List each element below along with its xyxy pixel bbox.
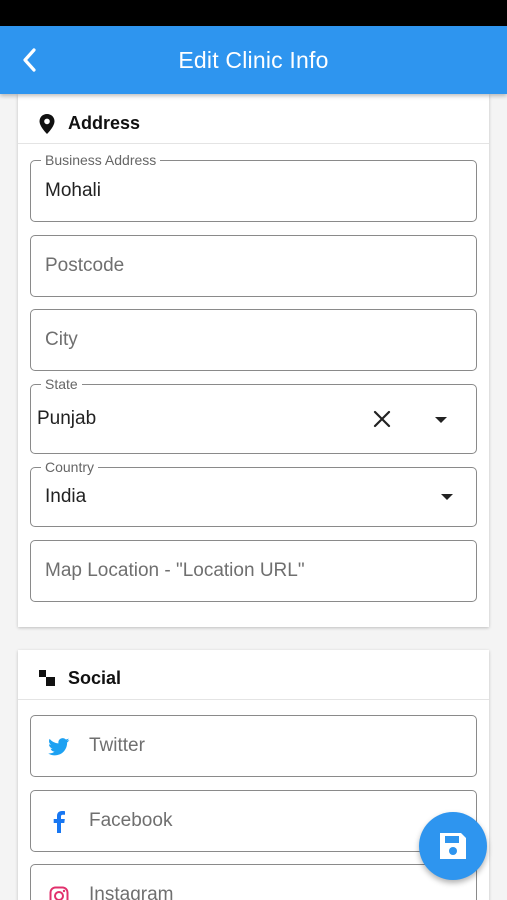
business-address-label: Business Address bbox=[41, 153, 161, 167]
twitter-placeholder: Twitter bbox=[89, 735, 145, 756]
dropdown-arrow-icon bbox=[441, 494, 453, 500]
back-button[interactable] bbox=[12, 42, 48, 78]
country-label: Country bbox=[41, 460, 99, 474]
city-placeholder: City bbox=[45, 329, 78, 350]
facebook-icon bbox=[47, 810, 71, 834]
country-dropdown[interactable]: Country India bbox=[30, 460, 477, 527]
chevron-left-icon bbox=[23, 48, 36, 72]
city-field[interactable]: City bbox=[30, 309, 477, 371]
social-card: Social Twitter Facebook Instagram bbox=[18, 650, 489, 900]
instagram-field[interactable]: Instagram bbox=[30, 864, 477, 900]
business-address-value: Mohali bbox=[45, 180, 101, 201]
save-button[interactable] bbox=[419, 812, 487, 880]
twitter-field[interactable]: Twitter bbox=[30, 715, 477, 777]
page-title: Edit Clinic Info bbox=[178, 47, 329, 73]
business-address-field[interactable]: Business Address Mohali bbox=[30, 153, 477, 222]
social-grid-icon bbox=[38, 669, 56, 687]
country-value: India bbox=[45, 486, 87, 507]
social-header: Social bbox=[18, 650, 489, 700]
facebook-placeholder: Facebook bbox=[89, 810, 173, 831]
twitter-icon bbox=[47, 735, 71, 759]
social-section-title: Social bbox=[68, 668, 122, 688]
save-icon bbox=[440, 833, 466, 859]
address-card: Address Business Address Mohali Postcode… bbox=[18, 94, 489, 627]
dropdown-arrow-icon bbox=[435, 417, 447, 423]
state-value: Punjab bbox=[37, 408, 97, 429]
facebook-field[interactable]: Facebook bbox=[30, 790, 477, 852]
postcode-placeholder: Postcode bbox=[45, 255, 125, 276]
address-header: Address bbox=[18, 94, 489, 144]
state-dropdown[interactable]: State Punjab bbox=[30, 377, 477, 454]
clear-icon[interactable] bbox=[371, 408, 393, 430]
app-bar: Edit Clinic Info bbox=[0, 26, 507, 94]
map-location-field[interactable]: Map Location - "Location URL" bbox=[30, 540, 477, 602]
status-bar bbox=[0, 0, 507, 26]
instagram-placeholder: Instagram bbox=[89, 884, 174, 900]
location-pin-icon bbox=[38, 114, 56, 134]
address-section-title: Address bbox=[68, 113, 141, 133]
postcode-field[interactable]: Postcode bbox=[30, 235, 477, 297]
map-location-placeholder: Map Location - "Location URL" bbox=[45, 560, 305, 581]
state-label: State bbox=[41, 377, 82, 391]
instagram-icon bbox=[47, 884, 71, 900]
